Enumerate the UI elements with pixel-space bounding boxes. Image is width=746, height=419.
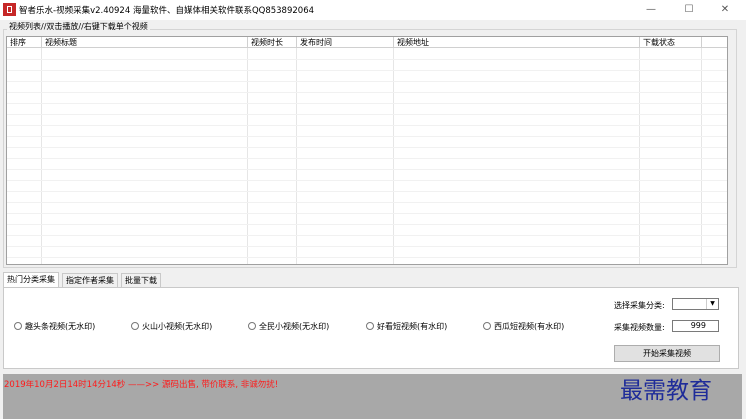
radio-label: 西瓜短视频(有水印) [494,322,565,331]
column-header-title[interactable]: 视频标题 [42,37,248,48]
row-line [7,202,727,203]
column-divider [701,37,702,264]
row-line [7,169,727,170]
radio-quanmin[interactable]: 全民小视频(无水印) [248,321,329,332]
column-header-download-status[interactable]: 下载状态 [640,37,702,48]
row-line [7,158,727,159]
video-list-legend: 视频列表//双击播放//右键下载单个视频 [7,21,150,32]
column-header-publish-time[interactable]: 发布时间 [297,37,394,48]
column-header-order[interactable]: 排序 [7,37,42,48]
radio-label: 全民小视频(无水印) [259,322,330,331]
start-collect-button[interactable]: 开始采集视频 [614,345,720,362]
app-icon [3,3,16,16]
row-line [7,235,727,236]
window-title: 智者乐水-视频采集v2.40924 海量软件、自媒体相关软件联系QQ853892… [19,6,315,16]
column-divider [41,37,42,264]
radio-circle-icon [14,322,22,330]
category-select[interactable]: ▼ [672,298,719,310]
column-divider [296,37,297,264]
column-header-filler [702,37,727,48]
count-input[interactable]: 999 [672,320,719,332]
row-line [7,213,727,214]
row-line [7,92,727,93]
maximize-button[interactable]: ☐ [670,0,708,20]
video-list-table[interactable]: 排序 视频标题 视频时长 发布时间 视频地址 下载状态 [6,36,728,265]
title-bar: 智者乐水-视频采集v2.40924 海量软件、自媒体相关软件联系QQ853892… [0,0,746,20]
radio-circle-icon [248,322,256,330]
column-header-url[interactable]: 视频地址 [394,37,640,48]
row-line [7,81,727,82]
radio-label: 好看短视频(有水印) [377,322,448,331]
row-line [7,191,727,192]
row-line [7,180,727,181]
column-divider [247,37,248,264]
radio-circle-icon [483,322,491,330]
row-line [7,147,727,148]
row-line [7,246,727,247]
tab-hot-category[interactable]: 热门分类采集 [3,272,59,287]
column-divider [639,37,640,264]
count-label: 采集视频数量: [614,323,665,332]
status-message: 2019年10月2日14时14分14秒 ——>> 源码出售, 带价联系, 非诚勿… [4,380,279,390]
radio-huoshan[interactable]: 火山小视频(无水印) [131,321,212,332]
close-button[interactable]: ✕ [706,0,744,20]
row-line [7,136,727,137]
row-line [7,257,727,258]
row-line [7,125,727,126]
chevron-down-icon[interactable]: ▼ [706,299,718,309]
column-divider [393,37,394,264]
radio-qutoutiao[interactable]: 趣头条视频(无水印) [14,321,95,332]
radio-xigua[interactable]: 西瓜短视频(有水印) [483,321,564,332]
row-line [7,224,727,225]
column-header-duration[interactable]: 视频时长 [248,37,297,48]
tab-batch-download[interactable]: 批量下载 [121,273,161,287]
row-line [7,114,727,115]
watermark: 最需教育 [620,378,712,404]
radio-circle-icon [131,322,139,330]
minimize-button[interactable]: — [632,0,670,20]
row-line [7,103,727,104]
radio-haokan[interactable]: 好看短视频(有水印) [366,321,447,332]
radio-label: 趣头条视频(无水印) [25,322,96,331]
radio-label: 火山小视频(无水印) [142,322,213,331]
category-label: 选择采集分类: [614,301,665,310]
tab-specific-author[interactable]: 指定作者采集 [62,273,118,287]
row-line [7,59,727,60]
radio-circle-icon [366,322,374,330]
row-line [7,70,727,71]
